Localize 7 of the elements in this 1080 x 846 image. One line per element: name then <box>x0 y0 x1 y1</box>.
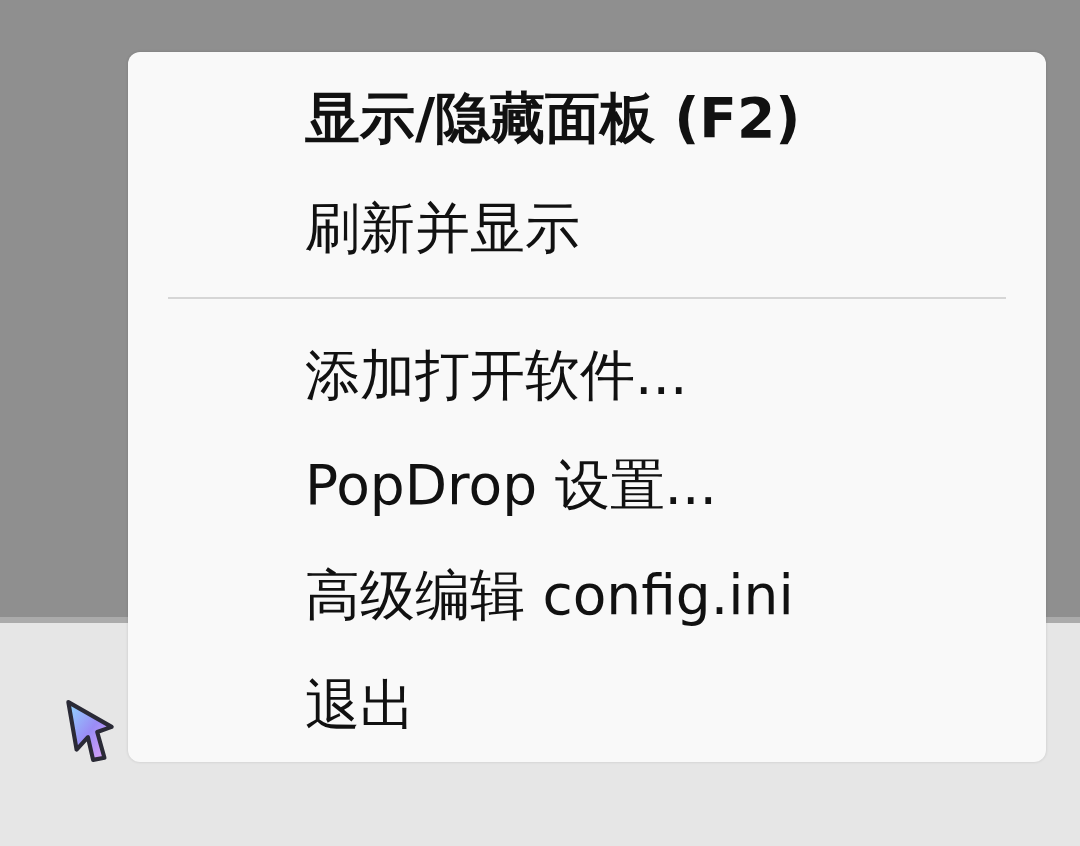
menu-item[interactable]: 显示/隐藏面板 (F2) <box>305 85 801 151</box>
menu-item[interactable]: PopDrop 设置... <box>305 452 718 518</box>
menu-item[interactable]: 刷新并显示 <box>305 195 580 261</box>
cursor-arrow-icon <box>63 698 117 764</box>
menu-item[interactable]: 添加打开软件... <box>305 342 688 408</box>
menu-item[interactable]: 高级编辑 config.ini <box>305 562 794 628</box>
menu-item[interactable]: 退出 <box>305 672 415 738</box>
